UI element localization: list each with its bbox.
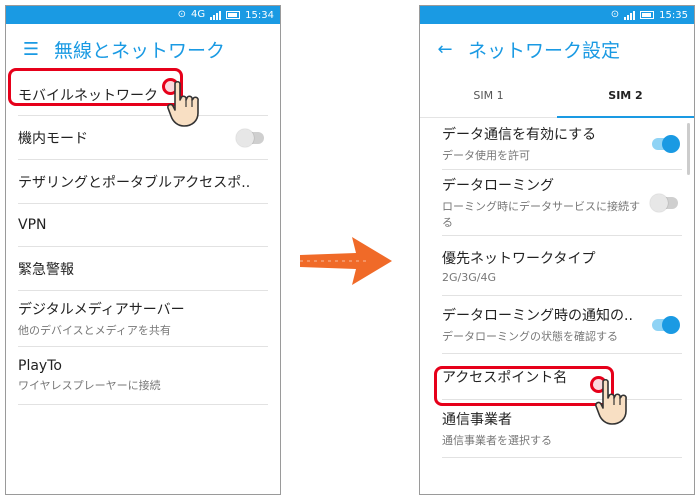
pointing-hand-icon: [167, 80, 199, 127]
app-bar: ☰ 無線とネットワーク: [6, 24, 280, 74]
signal-icon: [210, 10, 222, 20]
back-arrow-icon[interactable]: ←: [432, 39, 458, 60]
signal-icon: [624, 10, 636, 20]
list-item-tethering[interactable]: テザリングとポータブルアクセスポ..: [18, 160, 268, 204]
item-title: テザリングとポータブルアクセスポ..: [18, 174, 251, 191]
list-item-airplane-mode[interactable]: 機内モード: [18, 116, 268, 160]
roaming-notification-toggle[interactable]: [652, 315, 680, 334]
item-subtitle: ワイヤレスプレーヤーに接続: [18, 379, 161, 392]
settings-list: モバイルネットワーク 機内モード テザリングとポータブルアクセスポ.. VPN …: [6, 74, 280, 405]
arrow-right-icon: [300, 237, 392, 285]
list-item-emergency-alerts[interactable]: 緊急警報: [18, 247, 268, 291]
battery-icon: [226, 11, 241, 19]
airplane-mode-toggle[interactable]: [236, 128, 264, 147]
item-subtitle: データ使用を許可: [442, 149, 530, 162]
item-title: 優先ネットワークタイプ: [442, 250, 596, 267]
list-item-data-roaming[interactable]: データローミング ローミング時にデータサービスに接続する: [442, 170, 682, 236]
list-item-data-enabled[interactable]: データ通信を有効にする データ使用を許可: [442, 118, 682, 170]
item-subtitle: ローミング時にデータサービスに接続する: [442, 200, 640, 229]
left-screen: ⊙ 4G 15:34 ☰ 無線とネットワーク モバイルネットワーク 機内モード …: [5, 5, 281, 495]
page-title: ネットワーク設定: [468, 39, 621, 62]
item-subtitle: 他のデバイスとメディアを共有: [18, 324, 171, 337]
network-type-label: 4G: [191, 9, 206, 20]
status-bar: ⊙ 4G 15:34: [6, 6, 280, 24]
item-title: PlayTo: [18, 358, 62, 374]
location-icon: ⊙: [610, 9, 620, 20]
scrollbar[interactable]: [687, 123, 690, 175]
status-bar: ⊙ 15:35: [420, 6, 694, 24]
item-title: VPN: [18, 217, 47, 233]
menu-icon[interactable]: ☰: [18, 39, 44, 60]
toggle-knob: [236, 128, 254, 147]
status-time: 15:34: [245, 9, 274, 21]
highlight-box-mobile-network: [8, 68, 183, 106]
tab-sim-2[interactable]: SIM 2: [557, 74, 694, 118]
item-title: 緊急警報: [18, 261, 74, 278]
item-subtitle: データローミングの状態を確認する: [442, 330, 618, 343]
toggle-knob: [650, 193, 668, 212]
highlight-box-access-point-name: [434, 366, 614, 406]
list-item-playto[interactable]: PlayTo ワイヤレスプレーヤーに接続: [18, 347, 268, 405]
status-time: 15:35: [659, 9, 688, 21]
list-item-vpn[interactable]: VPN: [18, 204, 268, 247]
data-enabled-toggle[interactable]: [652, 134, 680, 153]
tab-sim-1[interactable]: SIM 1: [420, 74, 557, 117]
app-bar: ← ネットワーク設定: [420, 24, 694, 74]
item-title: 機内モード: [18, 130, 88, 147]
list-item-media-server[interactable]: デジタルメディアサーバー 他のデバイスとメディアを共有: [18, 291, 268, 347]
toggle-knob: [662, 315, 680, 334]
item-subtitle: 通信事業者を選択する: [442, 434, 552, 447]
sim-tabs: SIM 1 SIM 2: [420, 74, 694, 118]
list-item-preferred-network[interactable]: 優先ネットワークタイプ 2G/3G/4G: [442, 236, 682, 296]
toggle-knob: [662, 134, 680, 153]
list-item-roaming-notification[interactable]: データローミング時の通知の.. データローミングの状態を確認する: [442, 296, 682, 354]
item-title: データローミング時の通知の..: [442, 308, 633, 324]
pointing-hand-icon: [595, 378, 627, 425]
item-title: デジタルメディアサーバー: [18, 302, 185, 318]
settings-list: データ通信を有効にする データ使用を許可 データローミング ローミング時にデータ…: [420, 118, 694, 458]
item-subtitle: 2G/3G/4G: [442, 270, 496, 284]
location-icon: ⊙: [177, 9, 187, 20]
data-roaming-toggle[interactable]: [650, 193, 678, 212]
item-title: データローミング: [442, 178, 554, 194]
battery-icon: [640, 11, 655, 19]
list-item-carrier[interactable]: 通信事業者 通信事業者を選択する: [442, 400, 682, 458]
right-screen: ⊙ 15:35 ← ネットワーク設定 SIM 1 SIM 2 データ通信を有効に…: [419, 5, 695, 495]
item-title: データ通信を有効にする: [442, 127, 597, 143]
page-title: 無線とネットワーク: [54, 39, 226, 62]
